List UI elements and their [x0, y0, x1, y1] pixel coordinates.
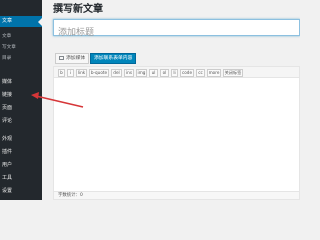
sidebar-item-settings[interactable]: 设置 — [0, 186, 42, 197]
sidebar-item-users[interactable]: 用户 — [0, 160, 42, 171]
quicktag-ins-button[interactable]: ins — [124, 69, 134, 77]
sidebar-item-label: 页面 — [2, 105, 13, 111]
sidebar-item-label: 写文章 — [2, 45, 16, 50]
quicktag-more-button[interactable]: more — [207, 69, 221, 77]
word-count-status: 字数统计：0 — [54, 191, 299, 199]
quicktag-cc-button[interactable]: cc — [196, 69, 205, 77]
sidebar-item-label: 文章 — [2, 18, 13, 24]
sidebar-item-comments[interactable]: 评论 — [0, 116, 42, 127]
sidebar-item-label: 媒体 — [2, 79, 13, 85]
sidebar-item-posts[interactable]: 文章 — [0, 16, 42, 27]
sidebar-item-media[interactable]: 媒体 — [0, 77, 42, 88]
media-icon — [59, 55, 64, 60]
sidebar-item-label: 评论 — [2, 118, 13, 124]
quicktag-code-button[interactable]: code — [180, 69, 194, 77]
sidebar-item-tools[interactable]: 工具 — [0, 173, 42, 184]
add-contact-form-button[interactable]: 添加联系表单内容 — [90, 53, 137, 64]
quicktag-link-button[interactable]: link — [76, 69, 87, 77]
sidebar-subitem-new-post[interactable]: 写文章 — [0, 42, 42, 53]
sidebar-item-pages[interactable]: 页面 — [0, 103, 42, 114]
admin-sidebar: 文章 文章 写文章 目录 媒体 链接 页面 评论 外观 插件 用户 工具 设置 — [0, 0, 42, 200]
sidebar-item-label: 文章 — [2, 34, 12, 39]
sidebar-item-label: 设置 — [2, 188, 13, 194]
post-title-input[interactable] — [54, 25, 299, 41]
quicktags-toolbar: b i link b-quote del ins img ul ol li co… — [54, 67, 299, 78]
quicktag-italic-button[interactable]: i — [67, 69, 74, 77]
sidebar-item-label: 目录 — [2, 56, 12, 61]
sidebar-item-label: 用户 — [2, 162, 13, 168]
add-contact-form-label: 添加联系表单内容 — [94, 56, 133, 61]
quicktag-bold-button[interactable]: b — [58, 69, 65, 77]
post-editor: b i link b-quote del ins img ul ol li co… — [53, 66, 300, 200]
post-content-textarea[interactable] — [54, 79, 299, 189]
sidebar-subitem-all-posts[interactable]: 文章 — [0, 31, 42, 42]
quicktag-del-button[interactable]: del — [111, 69, 122, 77]
sidebar-item-label: 插件 — [2, 149, 13, 155]
quicktag-close-tags-button[interactable]: 关闭标签 — [223, 69, 243, 77]
add-media-label: 添加媒体 — [66, 56, 86, 61]
quicktag-ul-button[interactable]: ul — [149, 69, 158, 77]
quicktag-li-button[interactable]: li — [171, 69, 178, 77]
sidebar-item-label: 工具 — [2, 175, 13, 181]
wp-admin-window: 文章 文章 写文章 目录 媒体 链接 页面 评论 外观 插件 用户 工具 设置 … — [0, 0, 300, 200]
sidebar-item-label: 链接 — [2, 92, 13, 98]
sidebar-item-plugins[interactable]: 插件 — [0, 147, 42, 158]
add-media-button[interactable]: 添加媒体 — [55, 53, 90, 64]
sidebar-item-links[interactable]: 链接 — [0, 90, 42, 101]
sidebar-item-appearance[interactable]: 外观 — [0, 134, 42, 145]
current-menu-caret-icon — [38, 18, 42, 26]
page-title: 撰写新文章 — [53, 4, 103, 15]
quicktag-img-button[interactable]: img — [136, 69, 147, 77]
word-count-label: 字数统计：0 — [58, 193, 83, 198]
sidebar-subitem-categories[interactable]: 目录 — [0, 53, 42, 64]
post-title-field — [53, 19, 300, 41]
quicktag-blockquote-button[interactable]: b-quote — [89, 69, 109, 77]
quicktag-ol-button[interactable]: ol — [160, 69, 169, 77]
sidebar-item-label: 外观 — [2, 136, 13, 142]
